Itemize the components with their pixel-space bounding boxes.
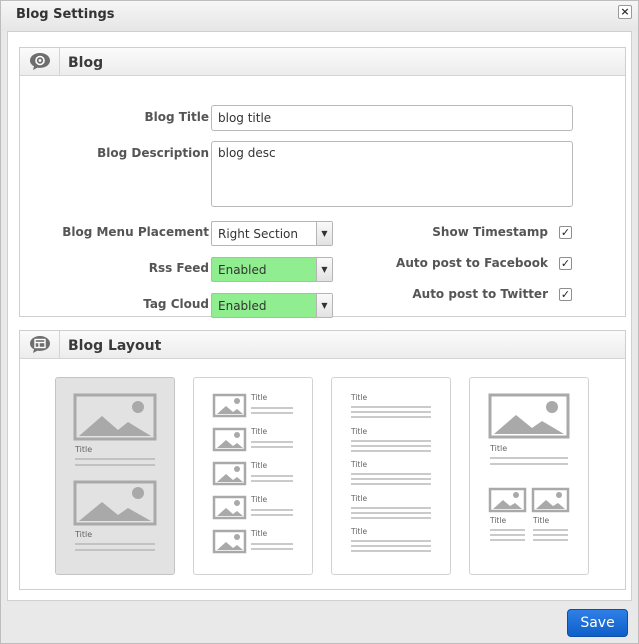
show-timestamp-label: Show Timestamp (432, 225, 548, 239)
blog-description-label: Blog Description (97, 146, 209, 160)
dialog-titlebar[interactable]: Blog Settings × (1, 1, 638, 31)
rss-feed-label: Rss Feed (148, 261, 209, 275)
layout-card-title-text: Title (350, 427, 367, 436)
close-icon: × (620, 5, 630, 18)
blog-section-header: Blog (20, 48, 625, 76)
auto-post-twitter-checkbox[interactable]: ✓ (559, 288, 572, 301)
dialog-title: Blog Settings (16, 7, 115, 22)
close-button[interactable]: × (618, 5, 632, 19)
layout-card-title-text: Title (350, 393, 367, 402)
tag-cloud-value: Enabled (218, 299, 267, 313)
layout-card-title-text: Title (250, 495, 267, 504)
auto-post-facebook-label: Auto post to Facebook (396, 256, 548, 270)
tag-cloud-select[interactable]: Enabled ▼ (211, 293, 333, 318)
layout-card-title-text: Title (250, 427, 267, 436)
blog-title-label: Blog Title (144, 110, 209, 124)
chevron-down-icon: ▼ (316, 294, 332, 317)
blog-section: Blog Blog Title Blog Description blog de… (19, 47, 626, 318)
layout-option-thumbnail-list[interactable]: Title Title Title Title Title (193, 377, 313, 575)
layout-card-title-text: Title (350, 494, 367, 503)
auto-post-twitter-label: Auto post to Twitter (412, 287, 548, 301)
layout-card-title-text: Title (532, 516, 549, 525)
layout-card-title-text: Title (74, 530, 92, 539)
rss-feed-value: Enabled (218, 263, 267, 277)
dialog-content: Blog Blog Title Blog Description blog de… (7, 31, 632, 601)
layout-card-title-text: Title (350, 460, 367, 469)
layout-option-text-list[interactable]: Title Title Title Title Title (331, 377, 451, 575)
blog-settings-dialog: Blog Settings × Blog Blog Title Blog Des… (0, 0, 639, 644)
speech-bubble-gear-icon (20, 48, 60, 75)
blog-layout-section-header: Blog Layout (20, 331, 625, 359)
layout-card-title-text: Title (350, 527, 367, 536)
tag-cloud-label: Tag Cloud (143, 297, 209, 311)
layout-card-title-text: Title (74, 445, 92, 454)
layout-card-title-text: Title (250, 393, 267, 402)
menu-placement-label: Blog Menu Placement (62, 225, 209, 239)
rss-feed-select[interactable]: Enabled ▼ (211, 257, 333, 282)
blog-layout-section-title: Blog Layout (68, 338, 162, 354)
layout-card-title-text: Title (250, 461, 267, 470)
layout-card-title-text: Title (250, 529, 267, 538)
speech-bubble-layout-icon (20, 331, 60, 358)
menu-placement-value: Right Section (218, 227, 298, 241)
menu-placement-select[interactable]: Right Section ▼ (211, 221, 333, 246)
blog-layout-section: Blog Layout Title Title Title Title Titl… (19, 330, 626, 590)
chevron-down-icon: ▼ (316, 222, 332, 245)
blog-description-input[interactable]: blog desc (211, 141, 573, 207)
show-timestamp-checkbox[interactable]: ✓ (559, 226, 572, 239)
layout-card-title-text: Title (489, 444, 507, 453)
layout-card-title-text: Title (489, 516, 506, 525)
blog-section-title: Blog (68, 55, 104, 71)
auto-post-facebook-checkbox[interactable]: ✓ (559, 257, 572, 270)
layout-option-large-image[interactable]: Title Title (55, 377, 175, 575)
save-button[interactable]: Save (567, 609, 628, 637)
layout-option-featured-grid[interactable]: Title Title Title (469, 377, 589, 575)
chevron-down-icon: ▼ (316, 258, 332, 281)
blog-title-input[interactable] (211, 105, 573, 131)
